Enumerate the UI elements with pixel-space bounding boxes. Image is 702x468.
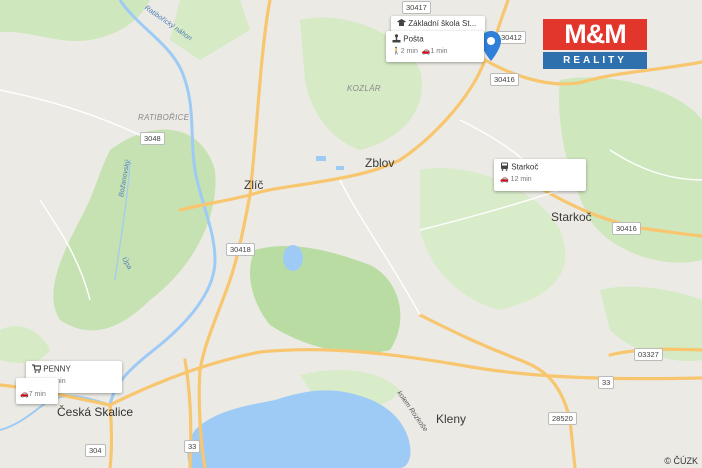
poi-card-small[interactable]: 🚗7 min [16, 378, 58, 404]
town-label-starkoc: Starkoč [551, 210, 592, 224]
post-car-time: 1 min [430, 48, 448, 55]
area-label-ratiborice: RATIBOŘICE [138, 113, 190, 122]
bus-time: 12 min [510, 176, 532, 183]
brand-logo: M&M REALITY [543, 19, 647, 69]
map-base [0, 0, 702, 468]
road-shield: 30416 [612, 222, 641, 235]
shopping-cart-icon [32, 364, 42, 375]
poi-card-bus[interactable]: Starkoč 🚗 12 min [494, 159, 586, 191]
bus-icon [500, 162, 509, 173]
town-label-zblov: Zblov [365, 156, 395, 170]
poi-school-label: Základní škola St... [408, 19, 477, 29]
poi-card-school[interactable]: Základní škola St... [391, 16, 485, 32]
school-icon [397, 19, 406, 29]
poi-bus-label: Starkoč [511, 162, 539, 172]
car-icon: 🚗 [20, 391, 29, 398]
road-shield: 33 [598, 376, 615, 389]
area-label-kozlar: KOZLÁR [347, 84, 381, 93]
town-label-kleny: Kleny [436, 412, 467, 426]
poi-post-label: Pošta [403, 34, 424, 44]
road-shield: 30417 [402, 1, 431, 14]
post-office-icon [392, 34, 401, 45]
logo-text-top: M&M [543, 19, 647, 50]
road-shield: 30416 [490, 73, 519, 86]
town-label-zlic: Zlíč [244, 178, 264, 192]
road-shield: 33 [184, 440, 201, 453]
map-view[interactable]: 30417 30412 30416 3048 30418 30416 03327… [0, 0, 702, 468]
town-label-ceska-skalice: Česká Skalice [57, 405, 134, 419]
map-attribution: © ČÚZK [664, 456, 698, 466]
post-walk-time: 2 min [400, 48, 418, 55]
road-shield: 03327 [634, 348, 663, 361]
road-shield: 28520 [548, 412, 577, 425]
road-shield: 3048 [140, 132, 165, 145]
walk-icon: 🚶 [392, 48, 401, 55]
logo-text-bottom: REALITY [543, 52, 647, 69]
road-shield: 304 [85, 444, 106, 457]
poi-card-post[interactable]: Pošta 🚶2 min 🚗1 min [386, 31, 484, 62]
road-shield: 30418 [226, 243, 255, 256]
poi-penny-label: PENNY [43, 364, 71, 374]
small-card-time: 7 min [28, 391, 46, 398]
car-icon: 🚗 [500, 176, 509, 183]
